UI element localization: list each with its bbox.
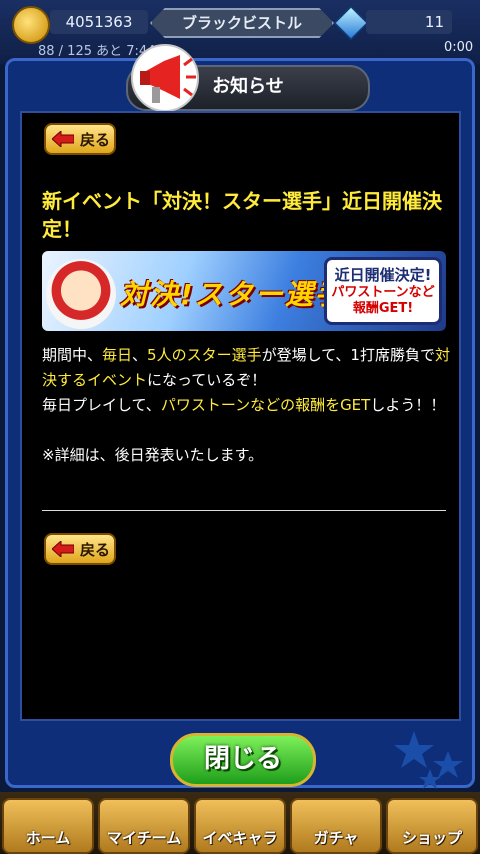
event-banner[interactable]: 対決!スター選手 近日開催決定! パワストーンなど報酬GET!: [42, 251, 446, 331]
modal-title: お知らせ: [212, 76, 284, 97]
back-button-top[interactable]: 戻る: [44, 123, 116, 155]
timer-text: 0:00: [444, 40, 474, 55]
notice-modal: お知らせ 戻る 新イベント「対決！スター選手」近日開催決定！ 対決!スター選手 …: [5, 44, 475, 789]
highlight-text: 毎日: [102, 346, 133, 364]
back-button-label: 戻る: [80, 131, 111, 149]
highlight-text: 5人のスター選手: [147, 346, 262, 364]
nav-myteam-button[interactable]: マイチーム: [98, 798, 190, 854]
text-span: しよう！！: [370, 396, 446, 414]
text-span: が登場して、1打席勝負で: [261, 346, 435, 364]
nav-gacha-button[interactable]: ガチャ: [290, 798, 382, 854]
stars-decoration-icon: [394, 731, 463, 789]
banner-badge: 近日開催決定! パワストーンなど報酬GET!: [324, 257, 442, 325]
body-paragraph-2: 毎日プレイして、パワストーンなどの報酬をGETしよう！！: [42, 393, 452, 418]
text-span: 毎日プレイして、: [42, 396, 161, 414]
deck-name-badge[interactable]: ブラックビストル: [150, 8, 334, 38]
coin-count: 4051363: [50, 10, 148, 34]
body-paragraph-1: 期間中、毎日、5人のスター選手が登場して、1打席勝負で対決するイベントになってい…: [42, 343, 452, 393]
body-paragraph-3: ※詳細は、後日発表いたします。: [42, 446, 264, 464]
gem-count: 11: [366, 10, 452, 34]
nav-home-button[interactable]: ホーム: [2, 798, 94, 854]
text-span: 期間中、: [42, 346, 103, 364]
coin-icon: [12, 6, 50, 44]
bottom-navigation: ホーム マイチーム イベキャラ ガチャ ショップ: [0, 792, 480, 854]
back-button-bottom[interactable]: 戻る: [44, 533, 116, 565]
arrow-left-icon: [52, 541, 74, 557]
close-button[interactable]: 閉じる: [170, 733, 316, 787]
text-span: になっているぞ！: [147, 371, 267, 389]
notice-content: 戻る 新イベント「対決！スター選手」近日開催決定！ 対決!スター選手 近日開催決…: [20, 111, 461, 721]
nav-event-character-button[interactable]: イベキャラ: [194, 798, 286, 854]
highlight-text: パワストーンなどの報酬をGET: [160, 396, 371, 414]
back-button-label: 戻る: [80, 541, 111, 559]
player-character-image: [46, 259, 116, 329]
top-status-bar: 4051363 ブラックビストル 11 88 / 125 あと 7:44 0:0…: [0, 0, 480, 64]
banner-badge-line1: 近日開催決定!: [334, 266, 432, 284]
notice-body: 期間中、毎日、5人のスター選手が登場して、1打席勝負で対決するイベントになってい…: [42, 343, 452, 468]
text-span: 、: [132, 346, 148, 364]
gem-icon: [333, 5, 369, 41]
nav-shop-button[interactable]: ショップ: [386, 798, 478, 854]
arrow-left-icon: [52, 131, 74, 147]
megaphone-icon: [131, 44, 199, 112]
divider: [42, 510, 446, 511]
banner-logo: 対決!スター選手: [120, 278, 345, 311]
notice-title: 新イベント「対決！スター選手」近日開催決定！: [42, 189, 442, 241]
banner-badge-line2: パワストーンなど報酬GET!: [331, 285, 435, 316]
